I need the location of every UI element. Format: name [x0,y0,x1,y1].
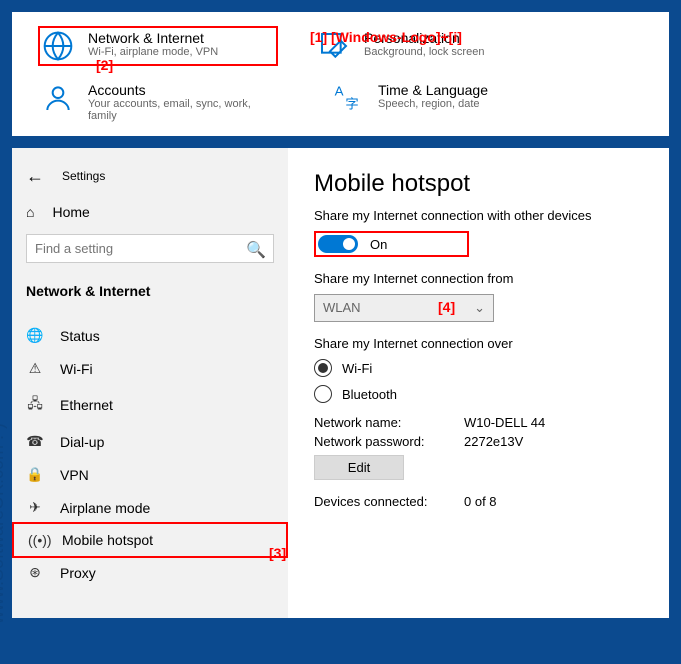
devices-connected-value: 0 of 8 [464,494,643,509]
sidebar: ← Settings ⌂ Home 🔍 Network & Internet 🌐… [12,148,288,618]
network-password-label: Network password: [314,434,454,449]
nav-label: Dial-up [60,434,104,450]
network-name-label: Network name: [314,415,454,430]
sidebar-home[interactable]: ⌂ Home [12,194,288,230]
nav-label: Status [60,328,100,344]
share-from-label: Share my Internet connection from [314,271,643,286]
sidebar-item-ethernet[interactable]: 🖧 Ethernet [12,385,288,425]
sidebar-item-dialup[interactable]: ☎ Dial-up [12,425,288,458]
hotspot-toggle-row: On [314,231,469,257]
sidebar-item-vpn[interactable]: 🔒 VPN [12,458,288,491]
svg-text:字: 字 [345,97,358,112]
settings-window: ← Settings ⌂ Home 🔍 Network & Internet 🌐… [12,148,669,618]
radio-bluetooth-row[interactable]: Bluetooth [314,385,643,403]
home-label: Home [52,204,89,220]
radio-label: Wi-Fi [342,361,372,376]
dialup-icon: ☎ [26,433,44,450]
watermark: www.SoftwareOK.com :-) [0,423,8,624]
toggle-state-label: On [370,237,387,252]
radio-bluetooth[interactable] [314,385,332,403]
proxy-icon: ⊛ [26,564,44,581]
globe-icon [42,30,74,62]
tile-subtitle: Background, lock screen [364,46,484,58]
page-title: Mobile hotspot [314,170,643,198]
nav-label: VPN [60,467,89,483]
back-arrow-icon[interactable]: ← [26,166,44,187]
ethernet-icon: 🖧 [26,393,44,417]
hotspot-icon: ((•)) [28,532,46,548]
person-icon [42,82,74,114]
nav-label: Proxy [60,565,96,581]
chevron-down-icon: ⌄ [474,300,485,316]
tile-title: Accounts [88,82,282,98]
home-icon: ⌂ [26,204,34,220]
callout-4: [4] [438,299,455,315]
radio-label: Bluetooth [342,387,397,402]
nav-label: Ethernet [60,397,113,413]
tile-time-language[interactable]: A字 Time & Language Speech, region, date [332,82,572,122]
wifi-icon: ⚠ [26,360,44,377]
sidebar-item-mobile-hotspot[interactable]: ((•)) Mobile hotspot [12,522,288,558]
dropdown-value: WLAN [323,300,361,316]
share-from-dropdown[interactable]: WLAN ⌄ [314,294,494,322]
sidebar-item-airplane[interactable]: ✈ Airplane mode [12,491,288,524]
network-password-value: 2272e13V [464,434,643,449]
sidebar-item-proxy[interactable]: ⊛ Proxy [12,556,288,589]
nav-label: Mobile hotspot [62,532,153,548]
hotspot-toggle[interactable] [318,235,358,253]
search-icon: 🔍 [246,240,266,260]
callout-3: [3] [269,545,286,561]
share-over-label: Share my Internet connection over [314,336,643,351]
tile-network-internet[interactable]: Network & Internet Wi-Fi, airplane mode,… [38,26,278,66]
edit-button[interactable]: Edit [314,455,404,480]
radio-wifi[interactable] [314,359,332,377]
search-input[interactable] [26,234,274,263]
network-name-value: W10-DELL 44 [464,415,643,430]
tile-accounts[interactable]: Accounts Your accounts, email, sync, wor… [42,82,282,122]
search-container: 🔍 [26,234,274,263]
time-language-icon: A字 [332,82,364,114]
callout-1: [1] [Windows-Logo]+[i] [310,29,462,45]
tile-title: Time & Language [378,82,488,98]
nav-label: Wi-Fi [60,361,93,377]
share-description: Share my Internet connection with other … [314,208,643,223]
devices-connected-label: Devices connected: [314,494,454,509]
svg-text:A: A [335,83,344,98]
callout-2: [2] [96,57,113,73]
status-icon: 🌐 [26,327,44,344]
settings-label: Settings [62,169,105,183]
tile-subtitle: Your accounts, email, sync, work, family [88,98,282,122]
tile-title: Network & Internet [88,30,218,46]
tile-subtitle: Speech, region, date [378,98,488,110]
nav-label: Airplane mode [60,500,150,516]
sidebar-item-wifi[interactable]: ⚠ Wi-Fi [12,352,288,385]
vpn-icon: 🔒 [26,466,44,483]
sidebar-item-status[interactable]: 🌐 Status [12,319,288,352]
content-pane: Mobile hotspot Share my Internet connect… [288,148,669,618]
radio-wifi-row[interactable]: Wi-Fi [314,359,643,377]
airplane-icon: ✈ [26,499,44,516]
section-title: Network & Internet [12,271,288,307]
